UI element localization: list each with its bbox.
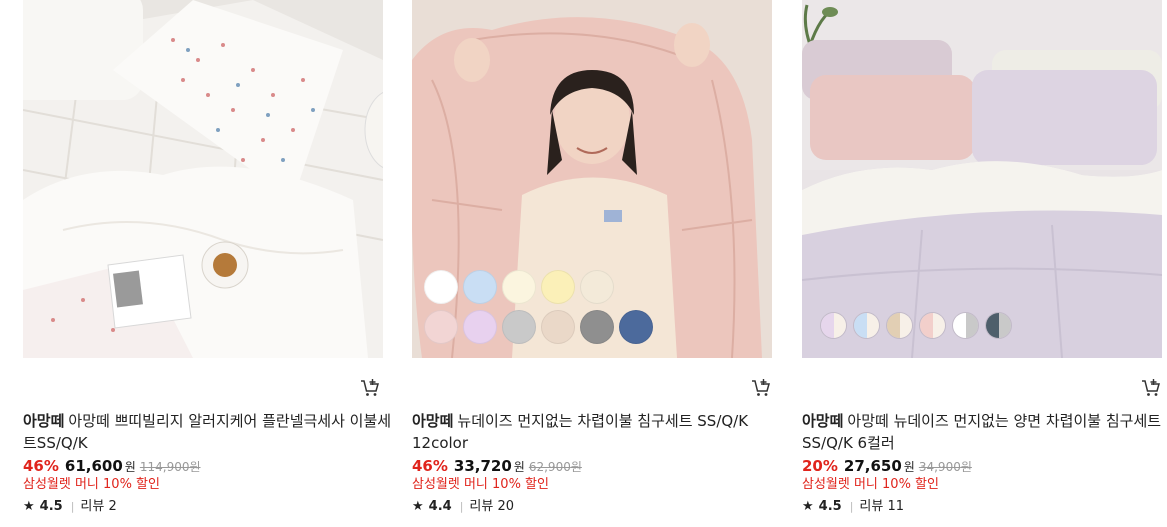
discount-rate: 46%	[23, 457, 59, 475]
cart-plus-icon[interactable]	[360, 378, 380, 398]
original-price: 62,900	[528, 460, 571, 474]
original-currency: 원	[189, 460, 201, 474]
brand-name: 아망떼	[23, 412, 65, 430]
brand-name: 아망떼	[802, 412, 844, 430]
color-swatch[interactable]	[985, 312, 1012, 339]
bedding-photo	[802, 0, 1162, 358]
color-swatch[interactable]	[541, 270, 575, 304]
star-icon: ★	[23, 499, 35, 514]
star-icon: ★	[412, 499, 424, 514]
original-currency: 원	[960, 460, 972, 474]
review-count: 리뷰 2	[80, 499, 117, 514]
color-swatch[interactable]	[919, 312, 946, 339]
product-image[interactable]	[412, 0, 772, 358]
discount-rate: 20%	[802, 457, 838, 475]
sale-price: 27,650	[843, 457, 902, 475]
color-swatch[interactable]	[463, 270, 497, 304]
rating-row: ★ 4.5 | 리뷰 2	[23, 498, 117, 516]
divider: |	[849, 500, 854, 513]
review-count: 리뷰 11	[859, 499, 905, 514]
color-swatch[interactable]	[541, 310, 575, 344]
divider: |	[459, 500, 464, 513]
bedding-photo	[412, 0, 772, 358]
currency: 원	[513, 460, 525, 474]
benefit-text: 삼성월렛 머니 10% 할인	[802, 477, 939, 492]
benefit-text: 삼성월렛 머니 10% 할인	[412, 477, 549, 492]
currency: 원	[903, 460, 915, 474]
original-price: 114,900	[139, 460, 190, 474]
product-card[interactable]: 아망떼 아망떼 뉴데이즈 먼지없는 양면 차렵이불 침구세트 SS/Q/K 6컬러…	[802, 0, 1162, 527]
product-card[interactable]: 아망떼 뉴데이즈 먼지없는 차렵이불 침구세트 SS/Q/K 12color 46…	[412, 0, 772, 527]
color-swatch[interactable]	[820, 312, 847, 339]
color-swatch[interactable]	[853, 312, 880, 339]
color-swatch[interactable]	[952, 312, 979, 339]
color-swatch[interactable]	[502, 270, 536, 304]
sale-price: 33,720	[453, 457, 512, 475]
color-swatch[interactable]	[886, 312, 913, 339]
product-title[interactable]: 아망떼 뉴데이즈 먼지없는 차렵이불 침구세트 SS/Q/K 12color	[412, 410, 767, 454]
star-icon: ★	[802, 499, 814, 514]
review-count: 리뷰 20	[469, 499, 515, 514]
rating-value: 4.4	[428, 499, 452, 514]
product-title[interactable]: 아망떼 아망떼 쁘띠빌리지 알러지케어 플란넬극세사 이불세트SS/Q/K	[23, 410, 393, 454]
product-name[interactable]: 뉴데이즈 먼지없는 차렵이불 침구세트 SS/Q/K 12color	[412, 412, 748, 452]
rating-value: 4.5	[818, 499, 842, 514]
cart-plus-icon[interactable]	[751, 378, 771, 398]
color-swatch[interactable]	[580, 270, 614, 304]
sale-price: 61,600	[64, 457, 123, 475]
color-swatch[interactable]	[463, 310, 497, 344]
color-swatch[interactable]	[424, 270, 458, 304]
product-name[interactable]: 아망떼 쁘띠빌리지 알러지케어 플란넬극세사 이불세트SS/Q/K	[23, 412, 391, 452]
bedding-photo	[23, 0, 383, 358]
price-row: 20% 27,650 원 34,900원	[802, 456, 972, 477]
brand-name: 아망떼	[412, 412, 454, 430]
currency: 원	[124, 460, 136, 474]
product-image[interactable]	[802, 0, 1162, 358]
product-image[interactable]	[23, 0, 383, 358]
color-swatch[interactable]	[619, 310, 653, 344]
discount-rate: 46%	[412, 457, 448, 475]
product-name[interactable]: 아망떼 뉴데이즈 먼지없는 양면 차렵이불 침구세트 SS/Q/K 6컬러	[802, 412, 1161, 452]
product-card[interactable]: 아망떼 아망떼 쁘띠빌리지 알러지케어 플란넬극세사 이불세트SS/Q/K 46%…	[23, 0, 391, 527]
divider: |	[70, 500, 75, 513]
benefit-text: 삼성월렛 머니 10% 할인	[23, 477, 160, 492]
original-currency: 원	[570, 460, 582, 474]
cart-plus-icon[interactable]	[1141, 378, 1161, 398]
rating-row: ★ 4.4 | 리뷰 20	[412, 498, 514, 516]
price-row: 46% 33,720 원 62,900원	[412, 456, 582, 477]
color-swatch[interactable]	[424, 310, 458, 344]
color-swatch[interactable]	[580, 310, 614, 344]
rating-row: ★ 4.5 | 리뷰 11	[802, 498, 904, 516]
product-title[interactable]: 아망떼 아망떼 뉴데이즈 먼지없는 양면 차렵이불 침구세트 SS/Q/K 6컬러	[802, 410, 1162, 454]
original-price: 34,900	[918, 460, 961, 474]
rating-value: 4.5	[39, 499, 63, 514]
color-swatch[interactable]	[502, 310, 536, 344]
price-row: 46% 61,600 원 114,900원	[23, 456, 201, 477]
